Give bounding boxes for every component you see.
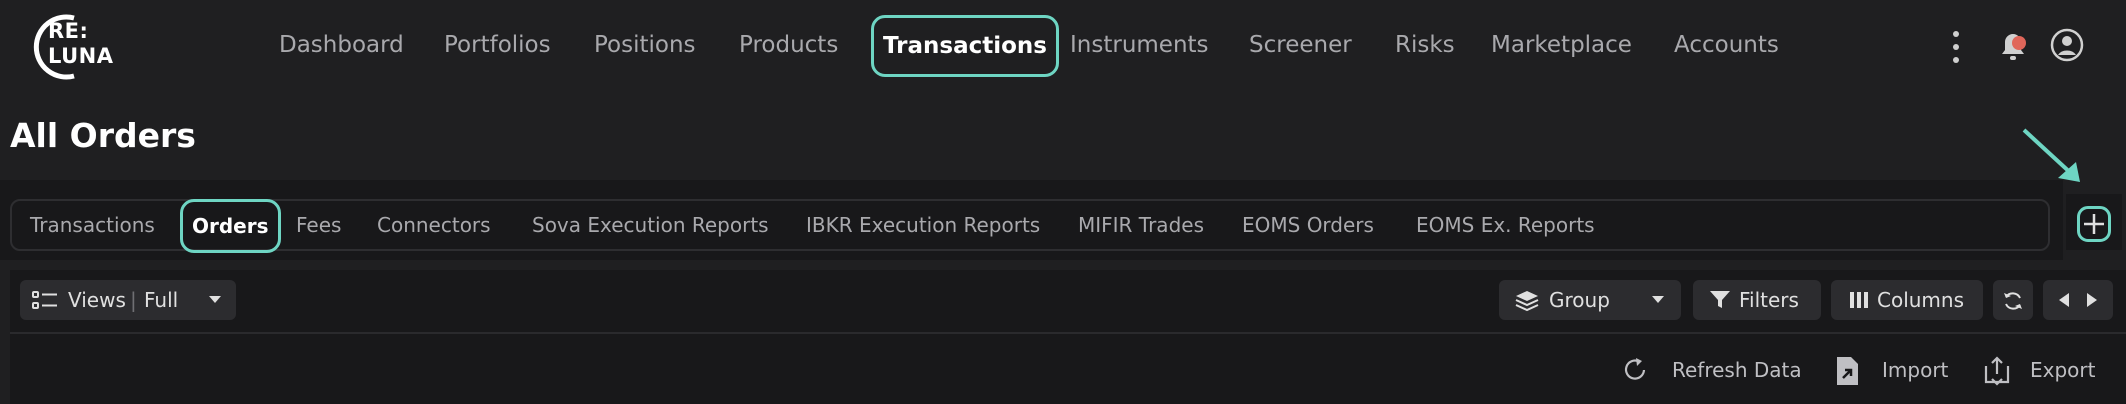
logo-text-top: RE:	[48, 19, 89, 43]
subtab-fees[interactable]: Fees	[296, 201, 341, 249]
views-value: Full	[144, 288, 179, 312]
subtab-orders[interactable]: Orders	[180, 199, 281, 253]
page-title: All Orders	[10, 116, 196, 155]
subtab-sova-execution-reports[interactable]: Sova Execution Reports	[532, 201, 769, 249]
subtab-eoms-ex-reports[interactable]: EOMS Ex. Reports	[1416, 201, 1595, 249]
columns-button[interactable]: Columns	[1831, 280, 1983, 320]
subtab-ibkr-execution-reports[interactable]: IBKR Execution Reports	[806, 201, 1040, 249]
arrow-right-icon[interactable]	[2085, 292, 2099, 308]
pointer-arrow-icon	[2022, 128, 2080, 182]
views-label: Views	[68, 288, 126, 312]
columns-label: Columns	[1877, 288, 1965, 312]
nav-item-products[interactable]: Products	[739, 24, 838, 66]
refresh-data-button[interactable]: Refresh Data	[1622, 352, 1802, 388]
export-button[interactable]: Export	[1982, 352, 2122, 388]
subtab-connectors[interactable]: Connectors	[377, 201, 491, 249]
import-button[interactable]: Import	[1834, 352, 1964, 388]
filters-button[interactable]: Filters	[1693, 280, 1821, 320]
import-label: Import	[1882, 358, 1949, 382]
subtab-transactions[interactable]: Transactions	[30, 201, 155, 249]
chevron-down-icon	[209, 296, 221, 303]
reset-button[interactable]	[1993, 280, 2033, 320]
nav-item-transactions[interactable]: Transactions	[871, 15, 1059, 77]
refresh-icon	[1624, 358, 1646, 380]
group-label: Group	[1549, 288, 1610, 312]
top-navigation-bar: RE: LUNA Dashboard Portfolios Positions …	[0, 0, 2126, 92]
more-vertical-icon[interactable]	[1950, 30, 1962, 64]
notification-dot	[2012, 36, 2026, 50]
views-separator: |	[130, 288, 137, 312]
nav-item-positions[interactable]: Positions	[594, 24, 696, 66]
filters-label: Filters	[1739, 288, 1799, 312]
subtab-bar: Transactions Orders Fees Connectors Sova…	[10, 199, 2050, 253]
nav-item-portfolios[interactable]: Portfolios	[444, 24, 551, 66]
pagination-arrows	[2043, 280, 2113, 320]
subtab-panel: Transactions Orders Fees Connectors Sova…	[0, 180, 2063, 260]
plus-icon	[2084, 214, 2104, 234]
refresh-data-label: Refresh Data	[1672, 358, 1802, 382]
chevron-down-icon	[1652, 296, 1664, 303]
reluna-logo[interactable]: RE: LUNA	[28, 14, 118, 80]
filter-icon	[1710, 291, 1730, 308]
import-file-icon	[1837, 357, 1858, 385]
views-dropdown[interactable]: Views | Full	[20, 280, 236, 320]
user-avatar-icon[interactable]	[2050, 28, 2084, 62]
subtab-mifir-trades[interactable]: MIFIR Trades	[1078, 201, 1204, 249]
nav-item-dashboard[interactable]: Dashboard	[279, 24, 404, 66]
toolbar-divider	[10, 332, 2126, 334]
arrow-left-icon[interactable]	[2057, 292, 2071, 308]
subtab-eoms-orders[interactable]: EOMS Orders	[1242, 201, 1374, 249]
list-view-icon	[32, 291, 57, 309]
nav-item-risks[interactable]: Risks	[1395, 24, 1455, 66]
bell-icon[interactable]	[1996, 28, 2030, 64]
group-dropdown[interactable]: Group	[1499, 280, 1681, 320]
nav-item-accounts[interactable]: Accounts	[1674, 24, 1779, 66]
export-icon	[1984, 356, 2010, 386]
grid-toolbar: Views | Full Group Filters Columns Refre…	[10, 270, 2126, 404]
nav-item-instruments[interactable]: Instruments	[1070, 24, 1209, 66]
sync-icon	[2004, 292, 2022, 310]
logo-text-bottom: LUNA	[48, 44, 114, 68]
columns-icon	[1850, 292, 1868, 308]
add-tab-button[interactable]	[2077, 206, 2111, 242]
layers-icon	[1515, 291, 1539, 312]
nav-item-screener[interactable]: Screener	[1249, 24, 1352, 66]
export-label: Export	[2030, 358, 2096, 382]
nav-item-marketplace[interactable]: Marketplace	[1491, 24, 1632, 66]
